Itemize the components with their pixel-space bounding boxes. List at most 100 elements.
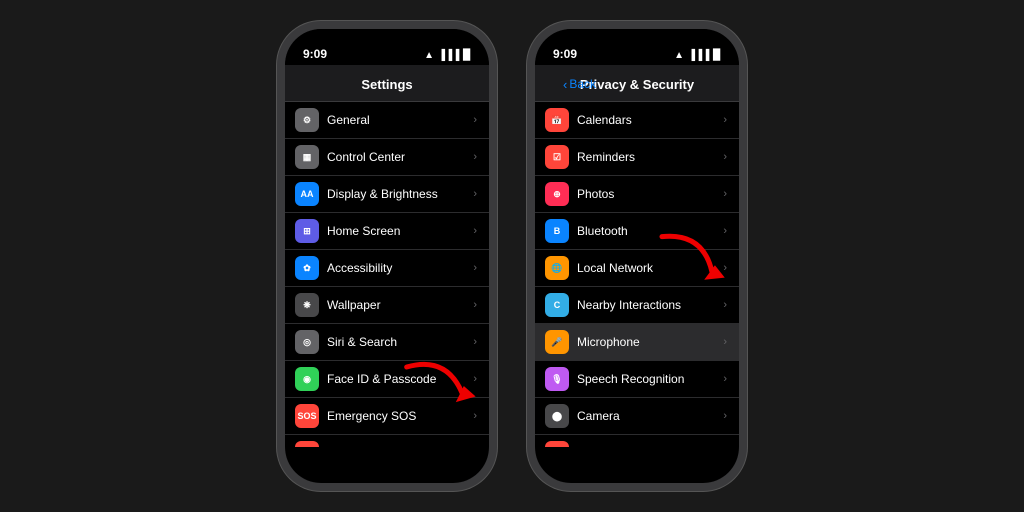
chevron-accessibility: ›	[473, 262, 477, 274]
label-faceid: Face ID & Passcode	[327, 372, 473, 386]
chevron-calendars: ›	[723, 114, 727, 126]
icon-general: ⚙	[295, 108, 319, 132]
chevron-general: ›	[473, 114, 477, 126]
list-item-microphone[interactable]: 🎤 Microphone›	[535, 324, 739, 361]
chevron-siri: ›	[473, 336, 477, 348]
label-control-center: Control Center	[327, 150, 473, 164]
list-item-home-screen[interactable]: ⊞ Home Screen›	[285, 213, 489, 250]
icon-siri: ◎	[295, 330, 319, 354]
chevron-bluetooth: ›	[723, 225, 727, 237]
status-icons-1: ▲ ▐▐▐ ▉	[424, 50, 471, 61]
back-button[interactable]: ‹ Back	[563, 77, 596, 92]
label-reminders: Reminders	[577, 150, 723, 164]
icon-sos: SOS	[295, 404, 319, 428]
chevron-speech: ›	[723, 373, 727, 385]
icon-display: AA	[295, 182, 319, 206]
settings-title: Settings	[361, 77, 412, 92]
label-camera: Camera	[577, 409, 723, 423]
icon-local-network: 🌐	[545, 256, 569, 280]
privacy-title: Privacy & Security	[580, 77, 694, 92]
signal-icon-1: ▐▐▐	[438, 50, 459, 61]
list-item-display[interactable]: AA Display & Brightness›	[285, 176, 489, 213]
chevron-local-network: ›	[723, 262, 727, 274]
back-label[interactable]: Back	[569, 77, 596, 91]
list-item-health[interactable]: ♥Health›	[535, 435, 739, 447]
chevron-microphone: ›	[723, 336, 727, 348]
icon-accessibility: ✿	[295, 256, 319, 280]
list-item-camera[interactable]: ⬤ Camera›	[535, 398, 739, 435]
label-speech: Speech Recognition	[577, 372, 723, 386]
label-nearby: Nearby Interactions	[577, 298, 723, 312]
chevron-display: ›	[473, 188, 477, 200]
time-1: 9:09	[303, 47, 327, 61]
icon-control-center: ▦	[295, 145, 319, 169]
icon-health: ♥	[545, 441, 569, 447]
wifi-icon-2: ▲	[674, 50, 684, 61]
nav-header-1: Settings	[285, 65, 489, 102]
label-accessibility: Accessibility	[327, 261, 473, 275]
list-item-wallpaper[interactable]: ❋ Wallpaper›	[285, 287, 489, 324]
chevron-wallpaper: ›	[473, 299, 477, 311]
list-item-photos[interactable]: ⊕ Photos›	[535, 176, 739, 213]
chevron-sos: ›	[473, 410, 477, 422]
list-item-sos[interactable]: SOS Emergency SOS›	[285, 398, 489, 435]
icon-faceid: ◉	[295, 367, 319, 391]
chevron-photos: ›	[723, 188, 727, 200]
chevron-nearby: ›	[723, 299, 727, 311]
icon-exposure: ⊕	[295, 441, 319, 447]
back-chevron-icon: ‹	[563, 77, 567, 92]
icon-nearby: C	[545, 293, 569, 317]
privacy-list: 📅Calendars›☑Reminders›⊕Photos›BBluetooth…	[535, 102, 739, 447]
phone-1: 9:09 ▲ ▐▐▐ ▉ Settings ⚙General›▦Control …	[277, 21, 497, 491]
list-item-siri[interactable]: ◎ Siri & Search›	[285, 324, 489, 361]
time-2: 9:09	[553, 47, 577, 61]
phone-2: 9:09 ▲ ▐▐▐ ▉ ‹ Back Privacy & Security	[527, 21, 747, 491]
label-bluetooth: Bluetooth	[577, 224, 723, 238]
icon-microphone: 🎤	[545, 330, 569, 354]
nav-header-2: ‹ Back Privacy & Security	[535, 65, 739, 102]
chevron-home-screen: ›	[473, 225, 477, 237]
icon-bluetooth: B	[545, 219, 569, 243]
label-sos: Emergency SOS	[327, 409, 473, 423]
list-item-exposure[interactable]: ⊕Exposure Notifications›	[285, 435, 489, 447]
list-item-nearby[interactable]: C Nearby Interactions›	[535, 287, 739, 324]
label-home-screen: Home Screen	[327, 224, 473, 238]
list-item-faceid[interactable]: ◉ Face ID & Passcode›	[285, 361, 489, 398]
list-item-accessibility[interactable]: ✿ Accessibility›	[285, 250, 489, 287]
icon-reminders: ☑	[545, 145, 569, 169]
label-siri: Siri & Search	[327, 335, 473, 349]
label-calendars: Calendars	[577, 113, 723, 127]
icon-home-screen: ⊞	[295, 219, 319, 243]
list-item-reminders[interactable]: ☑ Reminders›	[535, 139, 739, 176]
list-item-control-center[interactable]: ▦ Control Center›	[285, 139, 489, 176]
icon-wallpaper: ❋	[295, 293, 319, 317]
list-item-speech[interactable]: 🎙 Speech Recognition›	[535, 361, 739, 398]
chevron-control-center: ›	[473, 151, 477, 163]
chevron-camera: ›	[723, 410, 727, 422]
list-item-local-network[interactable]: 🌐 Local Network›	[535, 250, 739, 287]
label-photos: Photos	[577, 187, 723, 201]
label-exposure: Exposure Notifications	[327, 446, 473, 447]
battery-icon-2: ▉	[713, 50, 721, 61]
icon-photos: ⊕	[545, 182, 569, 206]
battery-icon-1: ▉	[463, 50, 471, 61]
settings-list: ⚙General›▦Control Center›AADisplay & Bri…	[285, 102, 489, 447]
label-microphone: Microphone	[577, 335, 723, 349]
chevron-faceid: ›	[473, 373, 477, 385]
status-icons-2: ▲ ▐▐▐ ▉	[674, 50, 721, 61]
list-item-calendars[interactable]: 📅 Calendars›	[535, 102, 739, 139]
list-item-bluetooth[interactable]: B Bluetooth›	[535, 213, 739, 250]
chevron-reminders: ›	[723, 151, 727, 163]
label-display: Display & Brightness	[327, 187, 473, 201]
notch-1	[347, 29, 427, 51]
icon-calendars: 📅	[545, 108, 569, 132]
label-health: Health	[577, 446, 723, 447]
wifi-icon-1: ▲	[424, 50, 434, 61]
list-item-general[interactable]: ⚙ General›	[285, 102, 489, 139]
label-general: General	[327, 113, 473, 127]
icon-speech: 🎙	[545, 367, 569, 391]
label-local-network: Local Network	[577, 261, 723, 275]
label-wallpaper: Wallpaper	[327, 298, 473, 312]
signal-icon-2: ▐▐▐	[688, 50, 709, 61]
icon-camera: ⬤	[545, 404, 569, 428]
